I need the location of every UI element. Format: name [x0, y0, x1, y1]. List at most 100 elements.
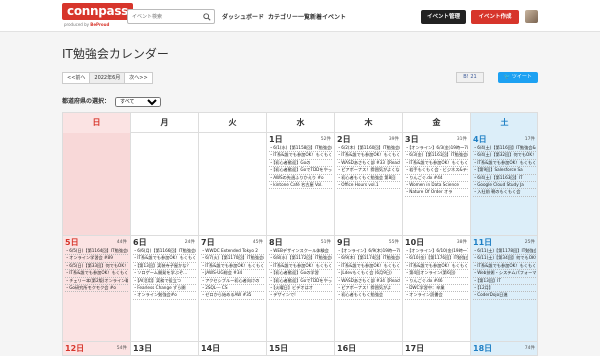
event-link[interactable]: ・入社前 朝のもくもく会 — [473, 189, 536, 197]
event-link[interactable]: ・デザインで! — [269, 292, 332, 300]
event-link[interactable]: ・IT系&誰でも参加OK！もくもく会 朝活 — [405, 160, 468, 168]
calendar-day[interactable]: 10日 38件・【オンライン】6/10(金)19時〜7時：RI・6/10(金)【第… — [403, 236, 471, 341]
calendar-day[interactable]: 6日 24件 ・6/6(月)【第1166回】IT勉強会&オ ・IT系&誰でも参加OK！… — [131, 236, 199, 341]
event-link[interactable]: ・CoderDojo日進 — [473, 292, 536, 300]
nav-new-events[interactable]: 新着イベント — [310, 12, 346, 21]
event-link[interactable]: ・6/11(土)【第34回】何でもOK！フリー — [473, 255, 536, 263]
day-number[interactable]: 18日 — [473, 344, 492, 353]
event-link[interactable]: ・IT系&誰でも参加OK！もくもく会 朝活 — [201, 263, 264, 271]
event-link[interactable]: ・IT系&誰でも参加OK！もくもく会 朝活 — [269, 152, 332, 160]
calendar-day[interactable]: 12日 54件 — [63, 342, 131, 355]
day-number[interactable]: 17日 — [405, 344, 424, 353]
user-avatar[interactable] — [525, 10, 538, 23]
event-link[interactable]: ・Nature Of Order オラ — [405, 189, 468, 197]
prefecture-select[interactable]: すべて — [115, 96, 162, 107]
day-number[interactable]: 9日 — [337, 238, 351, 247]
calendar-day[interactable]: 18日 74件 — [471, 342, 537, 355]
day-number[interactable]: 6日 — [133, 238, 147, 247]
day-number[interactable]: 2日 — [337, 135, 351, 144]
day-number[interactable]: 16日 — [337, 344, 356, 353]
day-number[interactable]: 7日 — [201, 238, 215, 247]
event-link[interactable]: ・オンライン読書会 — [405, 292, 468, 300]
event-link[interactable]: ・第4回オンライン(第6回) — [405, 270, 468, 278]
search-icon[interactable] — [203, 13, 211, 21]
event-link[interactable]: ・IT系&誰でも参加OK！もくもく会 朝活 — [337, 152, 400, 160]
day-number[interactable]: 1日 — [269, 135, 283, 144]
calendar-day[interactable]: 5日 44件 ・6/5(日)【第1164回】IT勉強会&オ ・オンライン学習会 #89… — [63, 236, 131, 341]
calendar-day[interactable]: 4日 17件 ・6/4(土)【第116回】IT勉強会&オ ・6/4(土)【第32回】何… — [471, 133, 537, 235]
event-link[interactable]: ・Web技術・システムパフォーマンス — [473, 270, 536, 278]
next-month-button[interactable]: 次へ>> — [124, 72, 153, 84]
calendar-day[interactable]: 2日 39件 ・6/2(木)【第1160回】IT勉強会&オ ・IT系&誰でも参加OK！… — [335, 133, 403, 235]
event-link[interactable]: ・【初心者歓迎】GoでTDDをやってみよう#o — [269, 167, 332, 175]
calendar-day[interactable]: 7日 45件 ・WWDC Extended Tokyo 2 ・6/7(火)【第1170… — [199, 236, 267, 341]
event-link[interactable]: ・【第13回】実装寺子屋かな？ — [133, 263, 196, 271]
day-number[interactable]: 11日 — [473, 238, 492, 247]
search-input[interactable] — [128, 10, 198, 23]
event-link[interactable]: ・若手もくもく会 - ビジネス&テクノロジー — [405, 167, 468, 175]
event-link[interactable]: ・6/1(水)【第1158回】IT勉強会&オ — [269, 145, 332, 153]
event-link[interactable]: ・6/2(木)【第1160回】IT勉強会&オ — [337, 145, 400, 153]
event-link[interactable]: ・AWSの先週ふりかえり #o — [269, 175, 332, 183]
event-link[interactable]: ・6/6(月)【第1166回】IT勉強会&オ — [133, 248, 196, 256]
day-number[interactable]: 10日 — [405, 238, 424, 247]
calendar-day[interactable]: 14日 — [199, 342, 267, 355]
event-link[interactable]: ・Google Cloud Study Ja — [473, 182, 536, 190]
event-link[interactable]: ・ピアボーナス！雰囲気がよ — [337, 285, 400, 293]
event-link[interactable]: ・IT系&誰でも参加OK！もくもく会 朝活 — [473, 160, 536, 168]
event-manage-button[interactable]: イベント管理 — [421, 10, 466, 24]
day-number[interactable]: 14日 — [201, 344, 220, 353]
calendar-day[interactable]: 1日 52件 ・6/1(水)【第1158回】IT勉強会&オ ・IT系&誰でも参加OK！… — [267, 133, 335, 235]
day-number[interactable]: 3日 — [405, 135, 419, 144]
event-link[interactable]: ・WASDあさもく部 #34【React — [337, 278, 400, 286]
event-link[interactable]: ・【第9回】Salesforce Sa — [473, 167, 536, 175]
event-link[interactable]: ・チェリー本(第2版)オンライン輪読会# — [65, 278, 128, 286]
event-link[interactable]: ・IT系&誰でも参加OK！もくもく会 朝活 — [473, 263, 536, 271]
calendar-day[interactable]: 13日 — [131, 342, 199, 355]
event-link[interactable]: ・6/3(金)【第1161回】IT勉強会&オ — [405, 152, 468, 160]
event-link[interactable]: ・オンライン勉強会#o — [133, 292, 196, 300]
calendar-day[interactable]: 15日 — [267, 342, 335, 355]
event-link[interactable]: ・Women in Data Science — [405, 182, 468, 190]
event-link[interactable]: ・Fearless Change ずら開 — [133, 285, 196, 293]
event-link[interactable]: ・6/4(土)【第116回】IT勉強会&オ — [473, 145, 536, 153]
event-link[interactable]: ・【火曜日】ビデオはオ — [269, 285, 332, 293]
event-link[interactable]: ・オンライン学習会 #89 — [65, 255, 128, 263]
day-number[interactable]: 4日 — [473, 135, 487, 144]
hatena-bookmark-button[interactable]: B! 21 — [456, 72, 484, 83]
event-link[interactable]: ・【AI活用】実務で役立つ — [133, 278, 196, 286]
event-link[interactable]: ・アクセシブルー初心者向けの — [201, 278, 264, 286]
event-link[interactable]: ・IT系&誰でも参加OK！もくもく会 朝活 — [269, 263, 332, 271]
calendar-day[interactable]: 11日 25件・6/11(土)【第1178回】IT勉強会&オ・6/11(土)【第3… — [471, 236, 537, 341]
event-link[interactable]: ・IT系&誰でも参加OK！もくもく会 朝活 — [65, 270, 128, 278]
event-link[interactable]: ・WASDあさもく部 #33【React — [337, 160, 400, 168]
event-link[interactable]: ・WEBデザインスクール体験会 — [269, 248, 332, 256]
event-link[interactable]: ・初心者もくもく勉強会 — [337, 292, 400, 300]
event-link[interactable]: ・6/5(日)【第33回】何でもOK！フリー — [65, 263, 128, 271]
event-link[interactable]: ・6/7(火)【第1170回】IT勉強会&オ — [201, 255, 264, 263]
event-create-button[interactable]: イベント作成 — [471, 10, 519, 24]
day-number[interactable]: 12日 — [65, 344, 84, 353]
event-link[interactable]: ・6/8(水)【第1172回】IT勉強会&オ — [269, 255, 332, 263]
event-link[interactable]: ・IT系&誰でも参加OK！もくもく会 朝活 — [133, 255, 196, 263]
event-link[interactable]: ・【オンライン】6/10(金)19時〜7時：RI — [405, 248, 468, 256]
event-link[interactable]: ・6/5(日)【第1164回】IT勉強会&オ — [65, 248, 128, 256]
event-link[interactable]: ・ソロゲーム開発を学ぶぞ... — [133, 270, 196, 278]
connpass-logo[interactable]: connpass — [62, 3, 134, 20]
calendar-day[interactable]: 17日 — [403, 342, 471, 355]
event-link[interactable]: ・【オンライン】6/9(木)19時〜7時：RI — [337, 248, 400, 256]
day-number[interactable]: 13日 — [133, 344, 152, 353]
day-number[interactable]: 5日 — [65, 238, 79, 247]
nav-dashboard[interactable]: ダッシュボード — [222, 12, 264, 21]
event-link[interactable]: ・【初心者歓迎】GoでTDDをやってみよう#o — [269, 278, 332, 286]
event-link[interactable]: ・Office Hours vol.1 — [337, 182, 400, 190]
nav-categories[interactable]: カテゴリー一覧 — [268, 12, 310, 21]
event-link[interactable]: ・2SQL--- CS — [201, 285, 264, 293]
event-link[interactable]: ・6/4(土)【第32回】何でもOK！フリー — [473, 152, 536, 160]
event-link[interactable]: ・【12月】 — [473, 285, 536, 293]
event-link[interactable]: ・【初心者歓迎】Goの — [269, 160, 332, 168]
event-link[interactable]: ・6/9(木)【第1174回】IT勉強会&オ — [337, 255, 400, 263]
event-link[interactable]: ・IT系&誰でも参加OK！もくもく会 朝活 — [337, 263, 400, 271]
event-link[interactable]: ・IT系&誰でも参加OK！もくもく会 朝活 — [405, 263, 468, 271]
event-link[interactable]: ・【初心者歓迎】Goの学習 — [269, 270, 332, 278]
